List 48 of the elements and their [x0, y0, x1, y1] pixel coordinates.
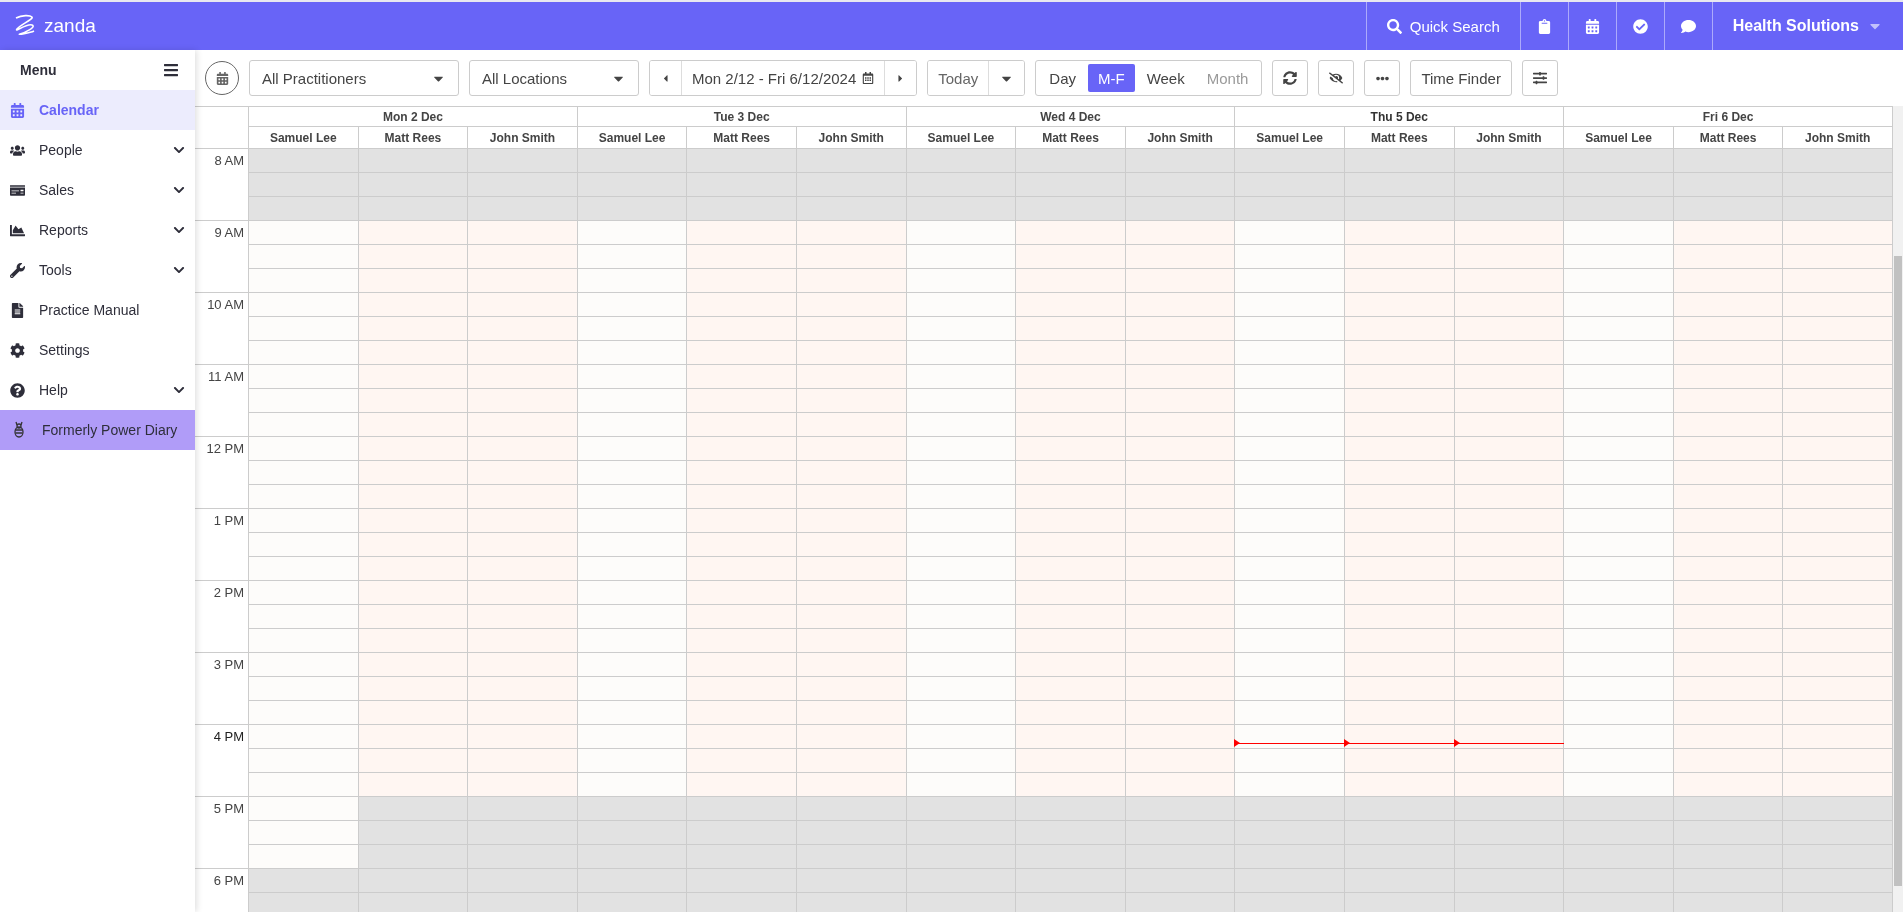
calendar-icon	[215, 71, 229, 85]
eye-slash-icon	[1329, 71, 1344, 85]
more-button[interactable]	[1364, 60, 1401, 96]
filter-settings-button[interactable]	[1521, 60, 1558, 96]
sidebar-item[interactable]: Calendar	[0, 90, 195, 130]
scrollbar[interactable]	[1893, 106, 1903, 912]
refresh-button[interactable]	[1272, 60, 1309, 96]
sidebar-item[interactable]: Practice Manual	[0, 290, 195, 330]
day-header: Thu 5 Dec	[1235, 107, 1565, 127]
practitioner-select[interactable]: All Practitioners	[249, 60, 459, 96]
search-icon	[1386, 18, 1402, 34]
document-icon	[10, 302, 25, 318]
sidebar-item[interactable]: People	[0, 130, 195, 170]
day-header: Mon 2 Dec	[249, 107, 578, 127]
today-dropdown-button[interactable]	[988, 61, 1025, 95]
calendar-icon	[1584, 18, 1600, 34]
calendar-icon	[862, 72, 875, 84]
settings-icon	[10, 342, 25, 358]
account-menu[interactable]: Health Solutions	[1711, 2, 1903, 50]
menu-title: Menu	[20, 62, 57, 78]
time-finder-button[interactable]: Time Finder	[1410, 60, 1512, 96]
sidebar-item[interactable]: Formerly Power Diary	[0, 410, 195, 450]
sliders-icon	[1532, 71, 1547, 85]
next-button[interactable]	[884, 61, 917, 95]
sidebar-item[interactable]: Tools	[0, 250, 195, 290]
card-icon	[10, 182, 25, 198]
day-header: Wed 4 Dec	[906, 107, 1236, 127]
people-icon	[10, 142, 25, 158]
refresh-icon	[1283, 71, 1298, 85]
hide-button[interactable]	[1318, 60, 1355, 96]
sidebar-item[interactable]: Reports	[0, 210, 195, 250]
area-chart-icon	[10, 222, 25, 238]
view-tab[interactable]: M-F	[1088, 64, 1135, 92]
menu-icon[interactable]	[163, 62, 179, 78]
sidebar-item[interactable]: Help	[0, 370, 195, 410]
calendar-picker-button[interactable]	[205, 61, 239, 95]
quick-search-button[interactable]: Quick Search	[1365, 2, 1520, 50]
day-header: Fri 6 Dec	[1564, 107, 1893, 127]
clipboard-icon	[1536, 18, 1552, 34]
logo-text: zanda	[44, 15, 96, 37]
calendar-icon	[10, 102, 25, 118]
chat-icon	[1680, 18, 1696, 34]
sidebar-item[interactable]: Settings	[0, 330, 195, 370]
wrench-icon	[10, 262, 25, 278]
sidebar-item[interactable]: Sales	[0, 170, 195, 210]
location-select[interactable]: All Locations	[469, 60, 639, 96]
help-icon	[10, 382, 25, 398]
day-header: Tue 3 Dec	[577, 107, 907, 127]
